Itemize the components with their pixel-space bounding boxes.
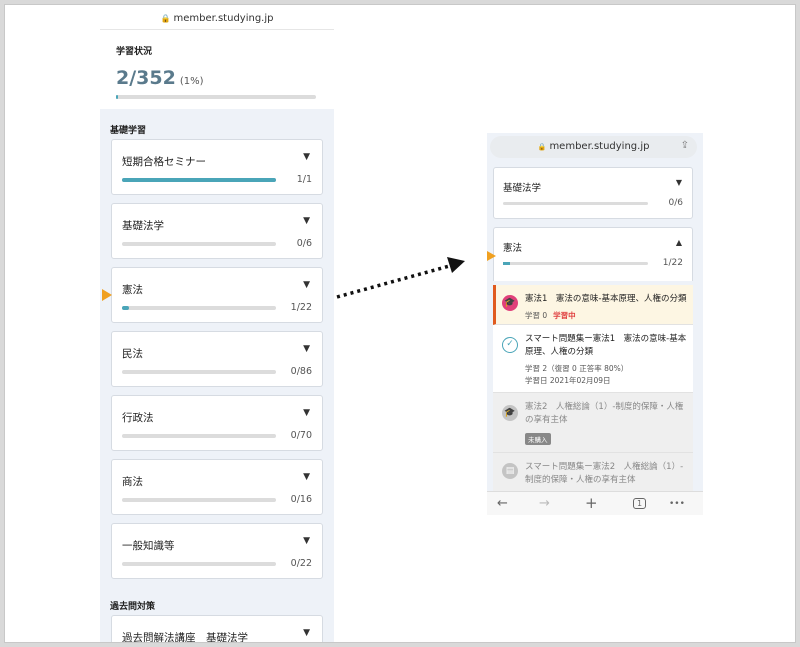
address-bar[interactable]: 🔒 member.studying.jp	[100, 5, 334, 29]
lesson-title: 憲法1 憲法の意味-基本原理、人権の分類	[525, 294, 687, 304]
chevron-down-icon[interactable]: ▼	[676, 178, 682, 187]
course-count: 0/16	[290, 494, 312, 505]
new-tab-icon[interactable]: +	[585, 494, 598, 512]
course-card-expanded[interactable]: 憲法 ▲ 1/22	[493, 227, 693, 281]
lesson-date: 学習日 2021年02月09日	[525, 376, 611, 385]
url-text: member.studying.jp	[173, 13, 274, 24]
study-status-count: 2/352 (1%)	[116, 67, 204, 89]
unpurchased-badge: 未購入	[525, 433, 551, 445]
course-progress-bar	[122, 306, 276, 310]
section-past-title: 過去問対策	[110, 602, 156, 612]
chevron-down-icon[interactable]: ▼	[303, 408, 310, 418]
course-count: 1/22	[290, 302, 312, 313]
graduation-cap-icon: 🎓	[502, 405, 518, 421]
browser-toolbar: ← → + 1 •••	[487, 491, 703, 515]
tabs-icon[interactable]: 1	[633, 498, 647, 509]
course-count: 0/6	[668, 198, 683, 208]
chevron-down-icon[interactable]: ▼	[303, 152, 310, 162]
course-count: 0/70	[290, 430, 312, 441]
course-progress-bar	[122, 242, 276, 246]
course-count: 0/22	[290, 558, 312, 569]
course-count: 1/1	[296, 174, 312, 185]
course-progress-bar	[122, 178, 276, 182]
course-progress-bar	[122, 498, 276, 502]
course-progress-bar	[503, 202, 648, 205]
chevron-down-icon[interactable]: ▼	[303, 280, 310, 290]
study-status-panel: 学習状況 2/352 (1%)	[100, 29, 334, 109]
screenshot-frame: 🔒 member.studying.jp 学習状況 2/352 (1%) 基礎学習 …	[4, 4, 796, 643]
course-progress-bar	[503, 262, 648, 265]
lesson-title: スマート問題集ー憲法1 憲法の意味-基本原理、人権の分類	[525, 334, 687, 357]
lesson-item-locked[interactable]: ▤ スマート問題集ー憲法2 人権総論（1）-制度的保障・人権の享有主体	[493, 453, 693, 493]
course-title: 基礎法学	[503, 183, 542, 194]
right-phone-screen: 🔒 member.studying.jp ⇪ 基礎法学 ▼ 0/6 憲法 ▲ 1…	[487, 133, 703, 515]
check-icon: ✓	[502, 337, 518, 353]
course-title: 過去問解法講座 基礎法学	[122, 632, 248, 643]
current-course-marker	[487, 251, 496, 261]
address-bar[interactable]: 🔒 member.studying.jp ⇪	[490, 136, 697, 158]
chevron-down-icon[interactable]: ▼	[303, 344, 310, 354]
in-progress-tag: 学習中	[553, 311, 576, 320]
lesson-title: 憲法2 人権総論（1）-制度的保障・人権の享有主体	[525, 402, 684, 425]
lesson-item[interactable]: ✓ スマート問題集ー憲法1 憲法の意味-基本原理、人権の分類 学習 2（復習 0…	[493, 325, 693, 393]
course-card[interactable]: 商法 ▼ 0/16	[111, 459, 323, 515]
course-title: 憲法	[122, 284, 143, 296]
chevron-up-icon[interactable]: ▲	[676, 238, 682, 247]
forward-icon[interactable]: →	[539, 496, 550, 511]
dotted-arrow	[336, 257, 465, 299]
course-card[interactable]: 民法 ▼ 0/86	[111, 331, 323, 387]
document-icon: ▤	[502, 463, 518, 479]
course-card[interactable]: 基礎法学 ▼ 0/6	[111, 203, 323, 259]
lesson-meta: 学習 2（復習 0 正答率 80%）	[525, 364, 629, 373]
course-card[interactable]: 行政法 ▼ 0/70	[111, 395, 323, 451]
lesson-item-locked[interactable]: 🎓 憲法2 人権総論（1）-制度的保障・人権の享有主体 未購入	[493, 393, 693, 453]
course-progress-bar	[122, 370, 276, 374]
more-icon[interactable]: •••	[669, 499, 685, 509]
course-title: 憲法	[503, 243, 523, 254]
graduation-cap-icon: 🎓	[502, 295, 518, 311]
current-course-marker	[102, 289, 112, 301]
course-count: 0/86	[290, 366, 312, 377]
course-title: 商法	[122, 476, 143, 488]
chevron-down-icon[interactable]: ▼	[303, 216, 310, 226]
course-progress-bar	[122, 434, 276, 438]
course-count: 1/22	[662, 258, 683, 268]
left-phone-screen: 🔒 member.studying.jp 学習状況 2/352 (1%) 基礎学習 …	[100, 5, 334, 643]
course-title: 行政法	[122, 412, 154, 424]
course-title: 一般知識等	[122, 540, 175, 552]
course-card[interactable]: 基礎法学 ▼ 0/6	[493, 167, 693, 219]
share-icon[interactable]: ⇪	[681, 140, 689, 151]
lesson-item-active[interactable]: 🎓 憲法1 憲法の意味-基本原理、人権の分類 学習 0 学習中	[493, 285, 693, 325]
section-basic-title: 基礎学習	[110, 126, 147, 136]
course-count: 0/6	[296, 238, 312, 249]
lesson-meta: 学習 0 学習中	[525, 311, 576, 320]
lesson-title: スマート問題集ー憲法2 人権総論（1）-制度的保障・人権の享有主体	[525, 462, 684, 485]
course-card[interactable]: 一般知識等 ▼ 0/22	[111, 523, 323, 579]
course-card[interactable]: 短期合格セミナー ▼ 1/1	[111, 139, 323, 195]
url-text: member.studying.jp	[549, 141, 650, 152]
lock-icon: 🔒	[537, 143, 547, 151]
study-progress-bar	[116, 95, 316, 99]
course-card[interactable]: 憲法 ▼ 1/22	[111, 267, 323, 323]
course-title: 基礎法学	[122, 220, 164, 232]
course-title: 民法	[122, 348, 143, 360]
back-icon[interactable]: ←	[497, 496, 508, 511]
chevron-down-icon[interactable]: ▼	[303, 472, 310, 482]
study-status-percent: (1%)	[179, 76, 204, 87]
course-progress-bar	[122, 562, 276, 566]
study-status-label: 学習状況	[116, 47, 153, 57]
lock-icon: 🔒	[160, 14, 171, 23]
course-card[interactable]: 過去問解法講座 基礎法学 ▼	[111, 615, 323, 643]
chevron-down-icon[interactable]: ▼	[303, 628, 310, 638]
course-title: 短期合格セミナー	[122, 156, 206, 168]
chevron-down-icon[interactable]: ▼	[303, 536, 310, 546]
